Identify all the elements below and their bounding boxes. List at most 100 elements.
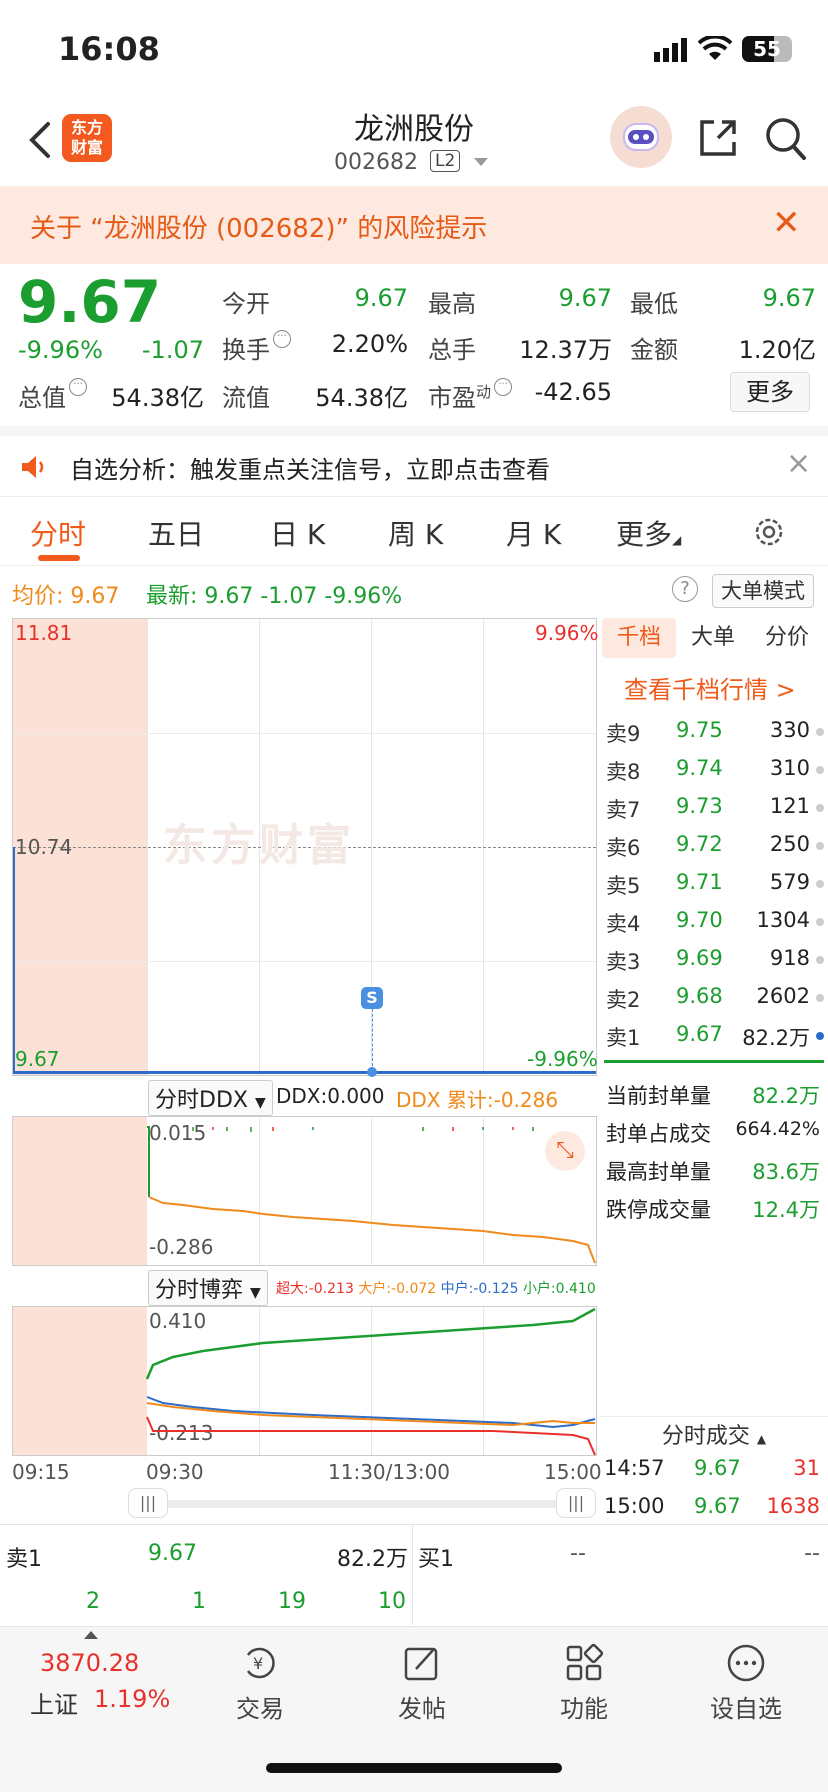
high-label: 最高 xyxy=(428,290,476,318)
ddx-selector[interactable]: 分时DDX ▼ xyxy=(148,1080,273,1116)
tab-add-watchlist[interactable]: 设自选 xyxy=(686,1627,806,1737)
expand-icon[interactable]: ⤡ xyxy=(545,1131,585,1171)
pe-label: 市盈动 ··· xyxy=(428,378,513,413)
capital-game-lines xyxy=(145,1307,596,1456)
pe-value: -42.65 xyxy=(534,378,612,406)
latest-price: 最新: 9.67 -1.07 -9.96% xyxy=(146,584,403,609)
signal-marker-icon[interactable]: S xyxy=(361,987,383,1009)
info-icon[interactable]: ··· xyxy=(494,378,513,396)
volume-value: 12.37万 xyxy=(519,336,612,364)
tab-big-order[interactable]: 大单 xyxy=(676,618,750,658)
status-bar: 16:08 55 xyxy=(0,0,828,96)
open-label: 今开 xyxy=(222,290,270,318)
ask-row[interactable]: 卖9 9.75 330 xyxy=(606,712,824,750)
tab-post[interactable]: 发帖 xyxy=(362,1627,482,1737)
best-quote-bar: 卖1 9.67 82.2万 买1 -- -- 2 1 19 10 xyxy=(0,1524,828,1625)
range-handle-right[interactable]: ||| xyxy=(556,1488,596,1518)
best-bid-price: -- xyxy=(570,1541,586,1566)
ddx-value: DDX:0.000 xyxy=(276,1084,385,1108)
level-badge[interactable]: L2 xyxy=(430,150,461,172)
capital-game-header: 分时博弈 ▼ 超大:-0.213 大户:-0.072 中户:-0.125 小户:… xyxy=(12,1266,597,1306)
index-ticker[interactable]: 3870.28 上证 1.19% xyxy=(30,1627,170,1737)
info-icon[interactable]: ··· xyxy=(273,330,291,348)
ddx-header: 分时DDX ▼ DDX:0.000 DDX 累计:-0.286 xyxy=(12,1076,597,1116)
ask-row[interactable]: 卖3 9.69 918 xyxy=(606,940,824,978)
close-icon[interactable]: ✕ xyxy=(772,206,801,240)
risk-banner[interactable]: 关于 “龙洲股份 (002682)” 的风险提示 ✕ xyxy=(0,186,828,264)
edit-icon xyxy=(404,1647,438,1681)
notice-text: 自选分析：触发重点关注信号，立即点击查看 xyxy=(70,456,550,484)
pct-axis-top: 9.96% xyxy=(535,621,599,645)
low-value: 9.67 xyxy=(762,284,816,312)
caret-up-icon xyxy=(84,1631,98,1639)
capital-game-legend: 超大:-0.213 大户:-0.072 中户:-0.125 小户:0.410 xyxy=(276,1281,596,1297)
tab-monthly-k[interactable]: 月 K xyxy=(506,513,561,553)
analysis-notice[interactable]: 自选分析：触发重点关注信号，立即点击查看 × xyxy=(0,426,828,496)
range-handle-left[interactable]: ||| xyxy=(128,1488,168,1518)
y-axis-top: 11.81 xyxy=(15,621,73,645)
high-value: 9.67 xyxy=(558,284,612,312)
ddx-chart[interactable]: 0.015 -0.286 ⤡ xyxy=(12,1116,597,1266)
price-chart[interactable]: 东方财富 11.81 10.74 9.67 9.96% -9.96% S xyxy=(12,618,599,1077)
quote-panel: 9.67 -9.96% -1.07 今开 9.67 最高 9.67 最低 9.6… xyxy=(0,264,828,424)
tab-daily-k[interactable]: 日 K xyxy=(270,513,325,553)
order-book-tabs: 千档 大单 分价 xyxy=(602,618,824,660)
tab-functions[interactable]: 功能 xyxy=(524,1627,644,1737)
status-time: 16:08 xyxy=(58,30,160,68)
best-ask-volume: 82.2万 xyxy=(337,1547,408,1572)
float-cap-label: 流值 xyxy=(222,384,270,412)
speaker-icon xyxy=(22,456,44,478)
battery-icon: 55 xyxy=(742,36,792,62)
time-range-track[interactable] xyxy=(134,1500,586,1508)
capital-game-selector[interactable]: 分时博弈 ▼ xyxy=(148,1270,268,1306)
amount-label: 金额 xyxy=(630,336,678,364)
active-tab-indicator xyxy=(38,555,80,561)
tick-trades-header[interactable]: 分时成交 ▲ xyxy=(600,1418,828,1450)
stock-code: 002682 xyxy=(334,150,418,175)
big-order-mode-button[interactable]: 大单模式 xyxy=(712,574,814,608)
battery-level: 55 xyxy=(753,37,781,61)
tab-thousand-level[interactable]: 千档 xyxy=(602,618,676,658)
turnover-label: 换手 ··· xyxy=(222,330,291,365)
ask-row[interactable]: 卖2 9.68 2602 xyxy=(606,978,824,1016)
ask-row[interactable]: 卖5 9.71 579 xyxy=(606,864,824,902)
robot-assistant-icon[interactable] xyxy=(610,106,672,168)
settings-gear-icon[interactable] xyxy=(752,515,786,549)
view-depth-link[interactable]: 查看千档行情 > xyxy=(624,670,796,705)
tab-price-distribution[interactable]: 分价 xyxy=(750,618,824,658)
best-bid-volume: -- xyxy=(804,1541,820,1566)
pct-axis-bottom: -9.96% xyxy=(527,1047,598,1071)
ddx-cumulative: DDX 累计:-0.286 xyxy=(396,1088,559,1112)
chevron-down-icon[interactable] xyxy=(474,158,488,166)
info-icon[interactable]: ··· xyxy=(69,378,87,396)
ask-row[interactable]: 卖6 9.72 250 xyxy=(606,826,824,864)
order-count: 2 xyxy=(86,1589,100,1614)
tab-trade[interactable]: ¥ 交易 xyxy=(200,1627,320,1737)
more-dots-icon xyxy=(727,1644,765,1682)
ask-row[interactable]: 卖1 9.67 82.2万 xyxy=(606,1016,824,1054)
volume-label: 总手 xyxy=(428,336,476,364)
home-indicator xyxy=(266,1763,562,1773)
bottom-tab-bar: 3870.28 上证 1.19% ¥ 交易 发帖 功能 设自选 xyxy=(0,1626,828,1792)
capital-game-chart[interactable]: 0.410 -0.213 xyxy=(12,1306,597,1456)
ask-row[interactable]: 卖8 9.74 310 xyxy=(606,750,824,788)
risk-banner-text: 关于 “龙洲股份 (002682)” 的风险提示 xyxy=(30,214,488,244)
help-icon[interactable]: ? xyxy=(672,576,698,602)
ddx-lines xyxy=(147,1126,596,1264)
order-count: 19 xyxy=(278,1589,306,1614)
order-count: 10 xyxy=(378,1589,406,1614)
ask-row[interactable]: 卖4 9.70 1304 xyxy=(606,902,824,940)
close-icon[interactable]: × xyxy=(786,446,811,481)
tab-more[interactable]: 更多◢ xyxy=(616,513,681,553)
change-percent: -9.96% xyxy=(18,336,103,364)
svg-text:¥: ¥ xyxy=(253,1654,263,1673)
share-icon[interactable] xyxy=(696,116,740,160)
amount-value: 1.20亿 xyxy=(738,336,816,364)
tab-five-day[interactable]: 五日 xyxy=(148,513,204,553)
tab-intraday[interactable]: 分时 xyxy=(30,513,86,553)
ask-row[interactable]: 卖7 9.73 121 xyxy=(606,788,824,826)
index-value: 3870.28 xyxy=(40,1649,140,1677)
more-button[interactable]: 更多 xyxy=(730,372,810,412)
tab-weekly-k[interactable]: 周 K xyxy=(388,513,443,553)
search-icon[interactable] xyxy=(764,116,808,162)
